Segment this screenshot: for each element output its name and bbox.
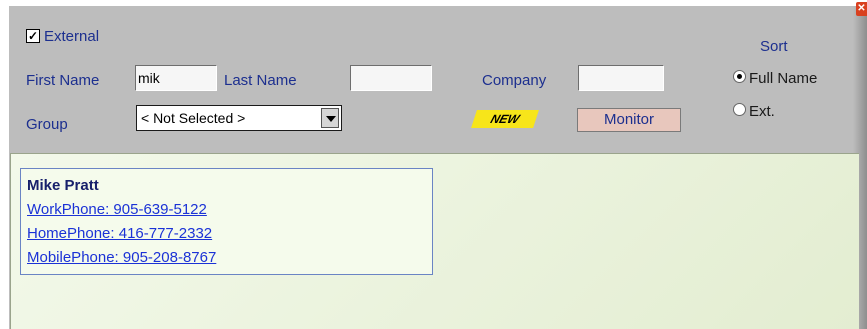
close-icon[interactable]: ✕ bbox=[856, 2, 867, 16]
last-name-input[interactable] bbox=[350, 65, 432, 91]
first-name-label: First Name bbox=[26, 72, 100, 89]
group-label: Group bbox=[26, 116, 68, 133]
sort-radio-ext[interactable] bbox=[733, 103, 746, 116]
work-phone-link[interactable]: WorkPhone: 905-639-5122 bbox=[27, 201, 207, 218]
external-checkbox[interactable]: ✓ bbox=[26, 29, 40, 43]
sort-radio-full-name[interactable] bbox=[733, 70, 746, 83]
home-phone-link[interactable]: HomePhone: 416-777-2332 bbox=[27, 225, 212, 242]
new-badge[interactable]: NEW bbox=[471, 110, 539, 128]
first-name-input[interactable] bbox=[135, 65, 217, 91]
mobile-phone-link[interactable]: MobilePhone: 905-208-8767 bbox=[27, 249, 216, 266]
results-area: Mike Pratt WorkPhone: 905-639-5122 HomeP… bbox=[10, 153, 859, 329]
last-name-label: Last Name bbox=[224, 72, 297, 89]
sort-full-name-label: Full Name bbox=[749, 70, 818, 87]
group-select[interactable]: < Not Selected > bbox=[136, 105, 342, 131]
company-label: Company bbox=[482, 72, 547, 89]
sort-ext-label: Ext. bbox=[749, 103, 775, 120]
company-input[interactable] bbox=[578, 65, 664, 91]
search-panel: ✓ External First Name Last Name Company … bbox=[9, 6, 867, 329]
contact-card[interactable]: Mike Pratt WorkPhone: 905-639-5122 HomeP… bbox=[20, 168, 433, 275]
sort-title: Sort bbox=[760, 38, 788, 55]
chevron-down-icon[interactable] bbox=[321, 108, 339, 128]
group-select-value: < Not Selected > bbox=[141, 110, 246, 126]
contact-name: Mike Pratt bbox=[27, 177, 99, 194]
monitor-button[interactable]: Monitor bbox=[577, 108, 681, 132]
external-label: External bbox=[44, 28, 100, 45]
